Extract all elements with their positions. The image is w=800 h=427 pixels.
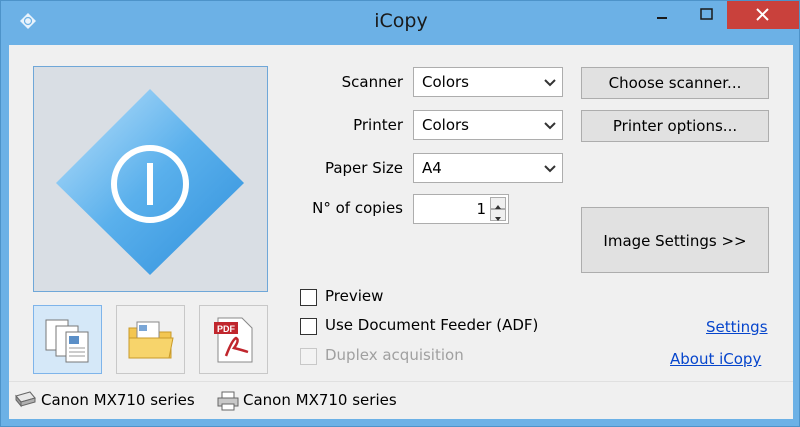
duplex-label: Duplex acquisition	[325, 346, 464, 364]
settings-link[interactable]: Settings	[706, 318, 768, 336]
folder-icon	[128, 321, 174, 359]
close-icon	[756, 8, 769, 21]
pdf-mode-button[interactable]: PDF	[199, 305, 268, 374]
maximize-icon	[700, 8, 713, 20]
feeder-checkbox-box[interactable]	[300, 318, 317, 335]
scanner-label: Scanner	[341, 73, 403, 91]
copy-documents-icon	[45, 319, 89, 363]
minimize-button[interactable]	[647, 1, 677, 29]
duplex-checkbox: Duplex acquisition	[300, 346, 600, 368]
app-logo-icon	[34, 67, 267, 291]
chevron-down-icon	[544, 165, 556, 173]
preview-checkbox[interactable]: Preview	[300, 287, 600, 309]
copies-label: N° of copies	[312, 199, 403, 217]
close-button[interactable]	[727, 1, 799, 29]
printer-color-select[interactable]: Colors	[413, 110, 563, 140]
chevron-down-icon	[544, 79, 556, 87]
paper-size-select[interactable]: A4	[413, 153, 563, 183]
window-title: iCopy	[374, 10, 428, 32]
preview-label: Preview	[325, 287, 384, 305]
pdf-badge: PDF	[217, 324, 236, 334]
copy-mode-button[interactable]	[33, 305, 102, 374]
client-area: PDF Scanner Colors Printer Colors Paper …	[9, 45, 793, 419]
duplex-checkbox-box	[300, 348, 317, 365]
copies-value: 1	[476, 200, 486, 218]
maximize-button[interactable]	[687, 1, 727, 29]
scanner-color-value: Colors	[422, 73, 469, 91]
printer-color-value: Colors	[422, 116, 469, 134]
printer-options-button[interactable]: Printer options...	[581, 110, 769, 142]
increment-button[interactable]	[490, 197, 506, 209]
choose-scanner-button[interactable]: Choose scanner...	[581, 67, 769, 99]
feeder-checkbox[interactable]: Use Document Feeder (ADF)	[300, 316, 600, 338]
scanner-icon	[15, 391, 36, 408]
paper-size-label: Paper Size	[324, 159, 403, 177]
pdf-icon: PDF	[214, 317, 253, 363]
minimize-icon	[657, 17, 667, 19]
status-bar: Canon MX710 series Canon MX710 series	[9, 381, 793, 419]
printer-icon	[217, 391, 239, 411]
preview-checkbox-box[interactable]	[300, 289, 317, 306]
image-settings-button[interactable]: Image Settings >>	[581, 207, 769, 273]
copies-stepper[interactable]: 1	[413, 194, 509, 224]
paper-size-value: A4	[422, 159, 442, 177]
decrement-button[interactable]	[490, 209, 506, 221]
scanner-name: Canon MX710 series	[41, 391, 195, 409]
printer-label: Printer	[353, 116, 403, 134]
app-window: iCopy PDF Scanner Colors Printer Colors …	[0, 0, 800, 427]
app-logo-panel	[33, 66, 268, 292]
about-link[interactable]: About iCopy	[670, 350, 761, 368]
chevron-down-icon	[544, 122, 556, 130]
feeder-label: Use Document Feeder (ADF)	[325, 316, 539, 334]
title-bar[interactable]: iCopy	[1, 1, 800, 45]
folder-mode-button[interactable]	[116, 305, 185, 374]
printer-name: Canon MX710 series	[243, 391, 397, 409]
scanner-color-select[interactable]: Colors	[413, 67, 563, 97]
chevron-down-icon	[495, 217, 501, 221]
